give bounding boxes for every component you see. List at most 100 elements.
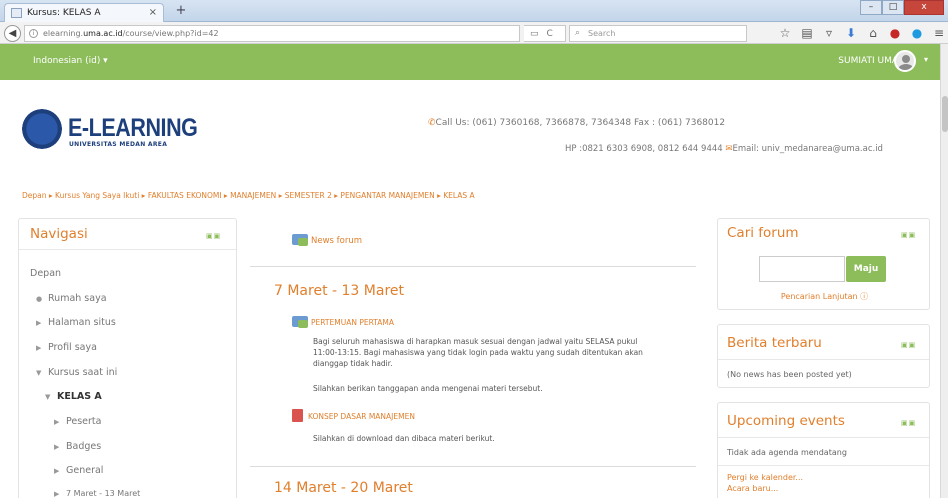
collapse-icon: ▼ bbox=[36, 369, 42, 377]
reader-view-icon[interactable]: ▭ bbox=[530, 29, 539, 41]
nav-item-label: Badges bbox=[66, 441, 102, 452]
block-dock-icon[interactable]: ▣▣ bbox=[901, 341, 916, 349]
activity-summary-2: Silahkan berikan tanggapan anda mengenai… bbox=[313, 384, 543, 393]
nav-item-label: General bbox=[66, 465, 104, 476]
language-menu[interactable]: Indonesian (id) ▾ bbox=[33, 56, 108, 66]
nav-item-rumah-saya[interactable]: ● Rumah saya bbox=[36, 293, 107, 304]
user-menu-name[interactable]: SUMIATI UMA bbox=[838, 56, 898, 66]
expand-icon: ▶ bbox=[54, 467, 60, 475]
browser-tab[interactable]: Kursus: KELAS A × bbox=[4, 3, 164, 22]
forum-search-input[interactable] bbox=[759, 256, 845, 282]
url-prefix: elearning. bbox=[43, 29, 84, 38]
advanced-search-link[interactable]: Pencarian Lanjutan ⓘ bbox=[718, 291, 931, 302]
upcoming-events-block: Upcoming events ▣▣ Tidak ada agenda mend… bbox=[717, 402, 930, 498]
go-to-calendar-link[interactable]: Pergi ke kalender... bbox=[727, 473, 803, 482]
skype-icon[interactable]: ● bbox=[910, 26, 924, 40]
navigation-block: Navigasi ▣▣ Depan ● Rumah saya ▶ Halaman s… bbox=[18, 218, 237, 498]
download-icon[interactable]: ⬇ bbox=[844, 26, 858, 40]
activity-label: KONSEP DASAR MANAJEMEN bbox=[308, 412, 415, 421]
nav-item-halaman-situs[interactable]: ▶ Halaman situs bbox=[36, 317, 116, 328]
address-bar[interactable]: i elearning.uma.ac.id/course/view.php?id… bbox=[24, 25, 520, 42]
search-forum-block: Cari forum ▣▣ Maju Pencarian Lanjutan ⓘ bbox=[717, 218, 930, 310]
expand-icon: ▶ bbox=[54, 443, 60, 451]
nav-item-badges[interactable]: ▶ Badges bbox=[54, 441, 101, 452]
file-icon bbox=[292, 409, 303, 422]
news-forum-link[interactable]: News forum bbox=[292, 234, 362, 246]
block-divider bbox=[718, 437, 929, 438]
no-events-text: Tidak ada agenda mendatang bbox=[727, 448, 847, 457]
nav-item-general[interactable]: ▶ General bbox=[54, 465, 103, 476]
nav-item-label: Kursus saat ini bbox=[48, 367, 118, 378]
scrollbar-thumb[interactable] bbox=[942, 96, 948, 132]
nav-item-depan[interactable]: Depan bbox=[30, 268, 61, 279]
browser-toolbar-icons: ☆ ▤ ▿ ⬇ ⌂ ● ● ≡ bbox=[778, 24, 946, 42]
menu-icon[interactable]: ≡ bbox=[932, 26, 946, 40]
expand-icon: ▶ bbox=[36, 344, 42, 352]
nav-item-week-1[interactable]: ▶ 7 Maret - 13 Maret bbox=[54, 489, 140, 498]
activity-pertemuan-pertama[interactable]: PERTEMUAN PERTAMA bbox=[292, 316, 394, 328]
block-dock-icon[interactable]: ▣▣ bbox=[901, 231, 916, 239]
nav-item-profil-saya[interactable]: ▶ Profil saya bbox=[36, 342, 97, 353]
maju-button[interactable]: Maju bbox=[846, 256, 886, 282]
bookmark-star-icon[interactable]: ☆ bbox=[778, 26, 792, 40]
no-news-text: (No news has been posted yet) bbox=[727, 370, 852, 379]
expand-icon: ▶ bbox=[36, 319, 42, 327]
close-window-button[interactable]: x bbox=[904, 0, 944, 15]
contact-hp-text: HP :0821 6303 6908, 0812 644 9444 bbox=[565, 144, 723, 154]
reload-icon[interactable]: C bbox=[547, 29, 553, 41]
new-event-link[interactable]: Acara baru... bbox=[727, 484, 778, 493]
section-divider bbox=[250, 466, 696, 467]
page-scrollbar[interactable] bbox=[940, 44, 948, 498]
block-divider bbox=[718, 465, 929, 466]
block-dock-icon[interactable]: ▣▣ bbox=[901, 419, 916, 427]
site-logo-subtitle: UNIVERSITAS MEDAN AREA bbox=[69, 141, 168, 148]
browser-search-input[interactable]: ⌕ Search bbox=[569, 25, 747, 42]
site-top-navbar: Indonesian (id) ▾ SUMIATI UMA ▾ bbox=[0, 44, 940, 80]
section-divider bbox=[250, 266, 696, 267]
breadcrumb[interactable]: Depan ▸ Kursus Yang Saya Ikuti ▸ FAKULTA… bbox=[22, 191, 475, 200]
bookmarks-icon[interactable]: ▤ bbox=[800, 26, 814, 40]
info-icon[interactable]: i bbox=[29, 29, 38, 38]
contact-phone-text: Call Us: (061) 7360168, 7366878, 7364348… bbox=[435, 118, 726, 128]
chevron-down-icon[interactable]: ▾ bbox=[924, 55, 928, 64]
site-logo-title[interactable]: E-LEARNING bbox=[68, 114, 198, 143]
forum-icon bbox=[292, 234, 308, 246]
tab-close-icon[interactable]: × bbox=[149, 7, 157, 18]
block-divider bbox=[718, 359, 929, 360]
home-icon[interactable]: ⌂ bbox=[866, 26, 880, 40]
new-tab-button[interactable]: + bbox=[170, 3, 192, 20]
nav-item-label: Profil saya bbox=[48, 342, 97, 353]
maximize-button[interactable]: □ bbox=[882, 0, 904, 15]
avatar[interactable] bbox=[894, 50, 916, 72]
url-path: /course/view.php?id=42 bbox=[122, 29, 219, 38]
activity-label: PERTEMUAN PERTAMA bbox=[311, 318, 394, 327]
activity-summary-3: Silahkan di download dan dibaca materi b… bbox=[313, 434, 495, 443]
favicon-icon bbox=[11, 8, 22, 18]
pocket-icon[interactable]: ▿ bbox=[822, 26, 836, 40]
nav-item-label: Rumah saya bbox=[48, 293, 107, 304]
browser-tab-strip: Kursus: KELAS A × + – □ x bbox=[0, 0, 948, 22]
block-divider bbox=[19, 249, 236, 250]
university-seal-logo[interactable] bbox=[22, 109, 62, 149]
section-title: 14 Maret - 20 Maret bbox=[274, 480, 413, 496]
activity-konsep-dasar[interactable]: KONSEP DASAR MANAJEMEN bbox=[292, 409, 415, 422]
upcoming-events-title: Upcoming events bbox=[727, 413, 845, 429]
news-forum-label: News forum bbox=[311, 236, 363, 246]
address-bar-actions: ▭ C bbox=[524, 25, 566, 42]
nav-item-peserta[interactable]: ▶ Peserta bbox=[54, 416, 101, 427]
minimize-button[interactable]: – bbox=[860, 0, 882, 15]
bullet-icon: ● bbox=[36, 295, 43, 303]
nav-item-kelas-a[interactable]: ▼ KELAS A bbox=[45, 391, 102, 402]
mail-icon: ✉ bbox=[725, 144, 733, 154]
phone-icon: ✆ bbox=[428, 118, 436, 128]
nav-item-label: Halaman situs bbox=[48, 317, 116, 328]
nav-item-kursus-saat-ini[interactable]: ▼ Kursus saat ini bbox=[36, 367, 117, 378]
adblock-icon[interactable]: ● bbox=[888, 26, 902, 40]
url-domain: uma.ac.id bbox=[83, 29, 123, 38]
block-dock-icon[interactable]: ▣▣ bbox=[206, 232, 221, 240]
expand-icon: ▶ bbox=[54, 490, 60, 498]
search-icon: ⌕ bbox=[575, 28, 581, 38]
section-title: 7 Maret - 13 Maret bbox=[274, 283, 404, 299]
back-button[interactable]: ◀ bbox=[4, 25, 21, 42]
brand-header: E-LEARNING UNIVERSITAS MEDAN AREA ✆Call … bbox=[0, 80, 940, 175]
